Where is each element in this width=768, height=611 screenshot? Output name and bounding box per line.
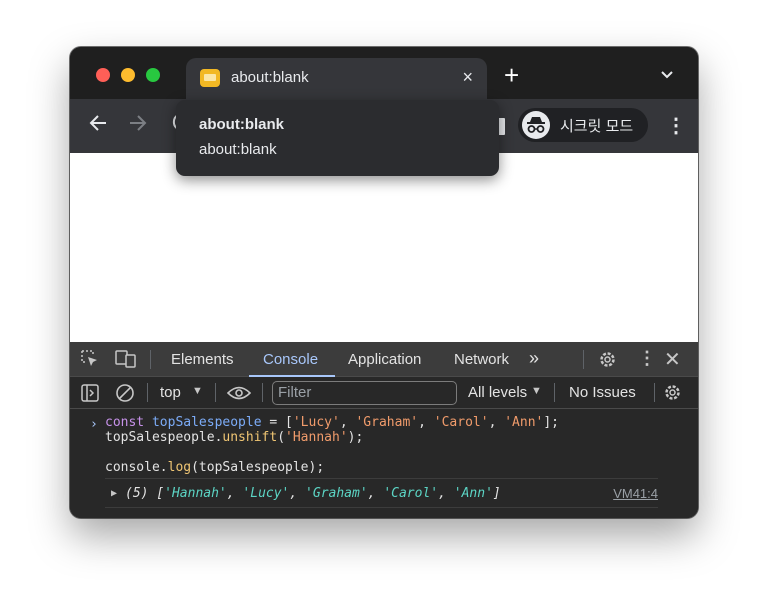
side-panel-icon[interactable]	[498, 118, 505, 135]
sidebar-toggle-icon[interactable]	[81, 384, 99, 407]
toolbar-divider	[654, 383, 655, 402]
hover-card-title: about:blank	[199, 116, 284, 133]
source-link[interactable]: VM41:4	[613, 486, 658, 501]
tab-search-icon[interactable]	[660, 67, 674, 83]
tab-close-icon[interactable]: ×	[462, 67, 473, 88]
toolbar-divider	[262, 383, 263, 402]
browser-window: about:blank × + 시크릿 모드 ⋮ about:blank abo…	[70, 47, 698, 518]
incognito-icon	[522, 111, 550, 139]
tab-strip: about:blank × +	[70, 47, 698, 99]
window-close-button[interactable]	[96, 68, 110, 82]
array-item: 'Lucy'	[242, 486, 290, 501]
tab-console[interactable]: Console	[263, 351, 318, 368]
levels-dropdown-icon[interactable]: ▼	[531, 385, 542, 397]
array-item: 'Ann'	[453, 486, 493, 501]
devtools-menu-icon[interactable]: ⋮	[638, 348, 656, 369]
console-log-row[interactable]: ▶ (5) ['Hannah', 'Lucy', 'Graham', 'Caro…	[105, 478, 658, 508]
tab-hover-card: about:blank about:blank	[176, 100, 499, 176]
window-maximize-button[interactable]	[146, 68, 160, 82]
live-expression-eye-icon[interactable]	[226, 385, 252, 406]
close-devtools-icon[interactable]: ✕	[664, 347, 681, 372]
new-tab-button[interactable]: +	[504, 62, 519, 88]
log-output: (5) ['Hannah', 'Lucy', 'Graham', 'Carol'…	[125, 486, 501, 501]
devtools-panel: Elements Console Application Network » ⋮…	[70, 342, 698, 518]
expand-arrow-icon[interactable]: ▶	[111, 486, 117, 501]
incognito-label: 시크릿 모드	[560, 118, 634, 135]
issues-counter[interactable]: No Issues	[569, 384, 636, 401]
page-content	[70, 153, 698, 342]
array-item: 'Carol'	[383, 486, 439, 501]
browser-menu-icon[interactable]: ⋮	[666, 113, 686, 138]
tab-title: about:blank	[231, 69, 309, 86]
toolbar-divider	[150, 350, 151, 369]
device-toolbar-icon[interactable]	[115, 350, 137, 373]
console-prompt-icon: ›	[90, 417, 98, 432]
console-input-line: console.log(topSalespeople);	[105, 460, 325, 475]
incognito-indicator[interactable]: 시크릿 모드	[518, 108, 648, 142]
toolbar-divider	[583, 350, 584, 369]
tab-elements[interactable]: Elements	[171, 351, 234, 368]
context-dropdown-icon[interactable]: ▼	[192, 385, 203, 397]
console-toolbar: top ▼ Filter All levels ▼ No Issues	[70, 377, 698, 409]
context-selector[interactable]: top	[160, 384, 181, 401]
console-output: › const topSalespeople = ['Lucy', 'Graha…	[70, 409, 698, 518]
console-settings-gear-icon[interactable]	[663, 383, 682, 407]
tab-application[interactable]: Application	[348, 351, 421, 368]
clear-console-icon[interactable]	[115, 383, 135, 408]
settings-gear-icon[interactable]	[598, 350, 617, 374]
more-tabs-icon[interactable]: »	[529, 348, 539, 369]
inspect-element-icon[interactable]	[81, 350, 99, 373]
browser-tab[interactable]: about:blank ×	[186, 58, 487, 99]
log-levels-dropdown[interactable]: All levels	[468, 384, 527, 401]
array-item: 'Hannah'	[164, 486, 227, 501]
filter-input[interactable]: Filter	[272, 381, 457, 405]
console-input-line: const topSalespeople = ['Lucy', 'Graham'…	[105, 415, 560, 430]
forward-arrow-icon[interactable]	[126, 112, 148, 140]
hover-card-url: about:blank	[199, 141, 277, 158]
devtools-tab-bar: Elements Console Application Network » ⋮…	[70, 342, 698, 377]
console-input-line: topSalespeople.unshift('Hannah');	[105, 430, 364, 445]
array-length: (5)	[125, 486, 149, 501]
window-minimize-button[interactable]	[121, 68, 135, 82]
back-arrow-icon[interactable]	[88, 112, 110, 140]
toolbar-divider	[215, 383, 216, 402]
tab-network[interactable]: Network	[454, 351, 509, 368]
page-favicon-icon	[200, 69, 220, 87]
toolbar-divider	[147, 383, 148, 402]
array-item: 'Graham'	[305, 486, 368, 501]
toolbar-divider	[554, 383, 555, 402]
